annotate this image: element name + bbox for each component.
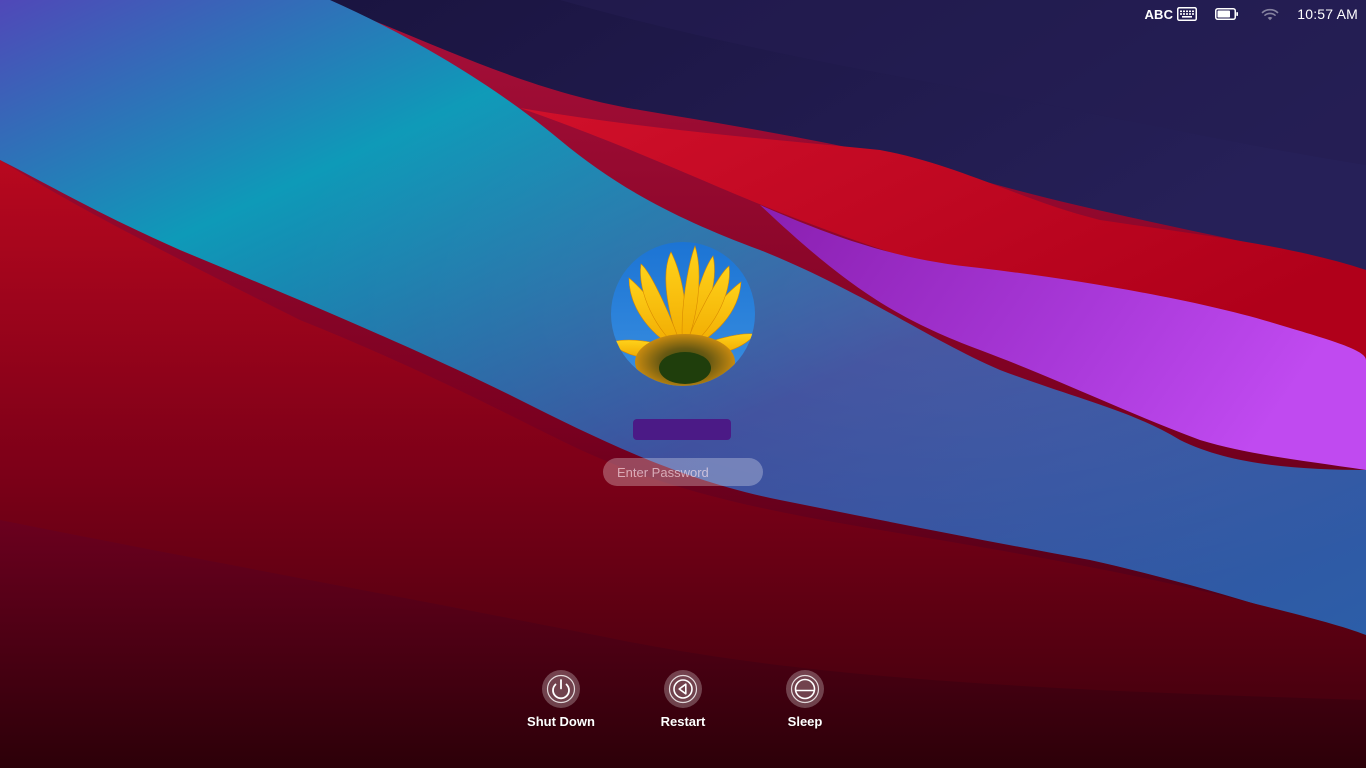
restart-icon: [668, 674, 698, 704]
menu-clock[interactable]: 10:57 AM: [1297, 0, 1358, 28]
username-label: [633, 419, 731, 440]
battery-status[interactable]: [1215, 0, 1239, 28]
battery-icon: [1215, 8, 1239, 20]
user-avatar[interactable]: [611, 242, 755, 386]
keyboard-icon: [1177, 7, 1198, 21]
login-screen: ABC 10:57 AM Shut Down Restart Sleep: [0, 0, 1366, 768]
shut-down-circle[interactable]: [542, 670, 580, 708]
shut-down-label: Shut Down: [527, 714, 595, 729]
restart-button[interactable]: Restart: [638, 670, 728, 729]
sleep-button[interactable]: Sleep: [760, 670, 850, 729]
sleep-icon: [790, 674, 820, 704]
menu-bar: ABC 10:57 AM: [1144, 0, 1366, 28]
password-field[interactable]: [603, 458, 763, 486]
sleep-circle[interactable]: [786, 670, 824, 708]
sleep-label: Sleep: [787, 714, 823, 729]
password-input[interactable]: [617, 464, 749, 480]
restart-label: Restart: [660, 714, 706, 729]
sunflower-avatar: [611, 242, 755, 386]
input-source-menu[interactable]: ABC: [1144, 0, 1198, 28]
wifi-status[interactable]: [1261, 0, 1279, 28]
input-source-label: ABC: [1144, 6, 1174, 22]
wifi-icon: [1261, 8, 1279, 20]
shut-down-button[interactable]: Shut Down: [516, 670, 606, 729]
restart-circle[interactable]: [664, 670, 702, 708]
power-icon: [546, 674, 576, 704]
